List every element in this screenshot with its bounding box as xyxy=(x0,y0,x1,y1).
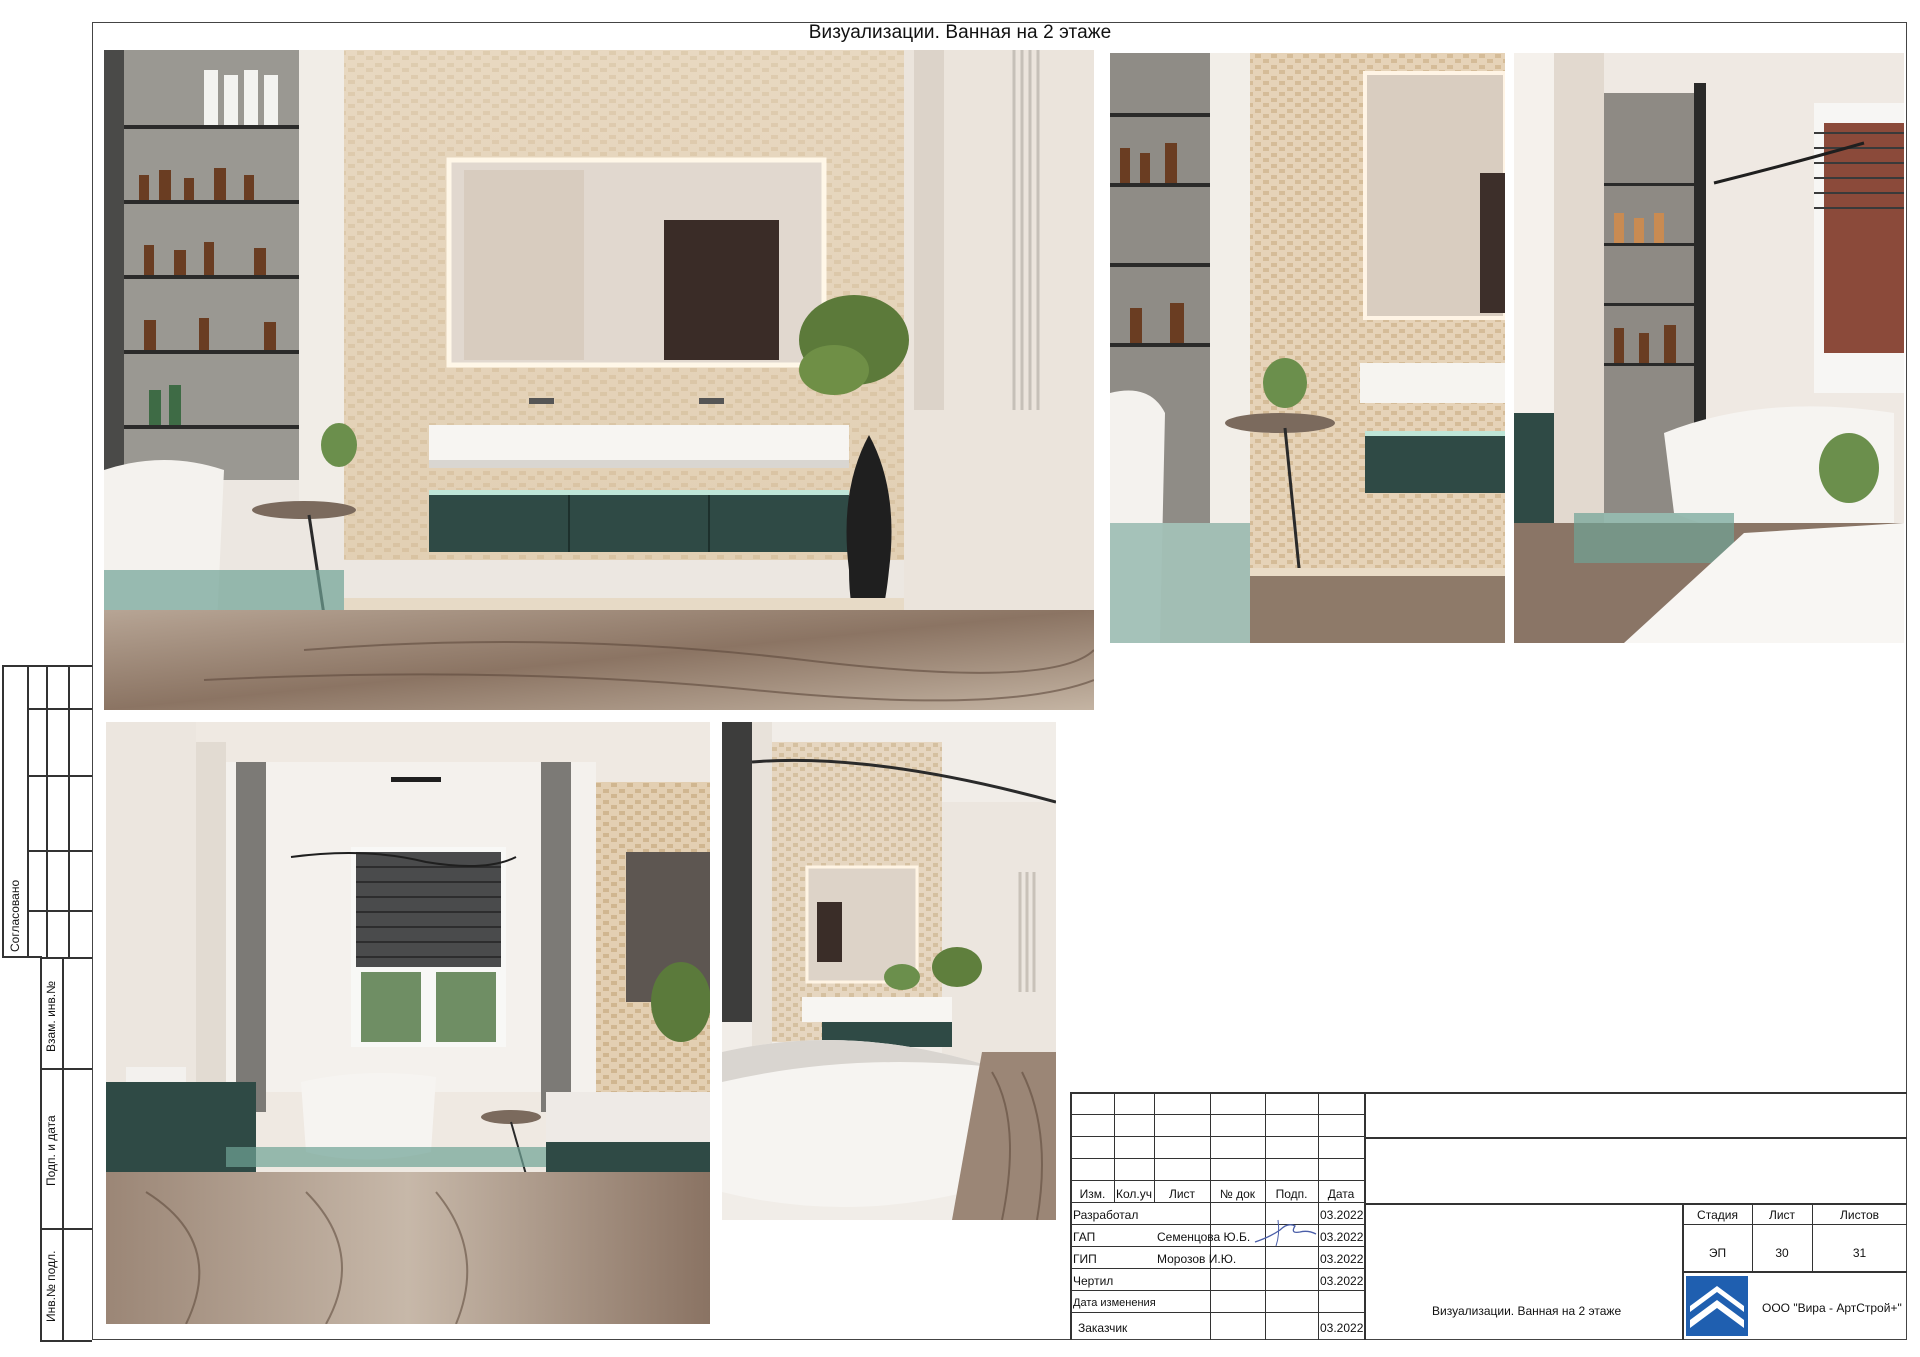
side-stamp-inv-podl: Инв.№ подл. xyxy=(44,1250,58,1322)
render-window-axis-view xyxy=(106,722,710,1324)
tb-stage-label: Стадия xyxy=(1697,1208,1738,1222)
tb-row-date: 03.2022 xyxy=(1320,1252,1364,1266)
tb-header-list: Лист xyxy=(1168,1187,1196,1201)
tb-sheet-value: 30 xyxy=(1775,1246,1789,1260)
tb-company: ООО "Вира - АртСтрой+" xyxy=(1762,1301,1902,1315)
tb-header-kol-uch: Кол.уч xyxy=(1116,1187,1152,1201)
tb-header-n-dok: № док xyxy=(1219,1187,1256,1201)
tb-sheets-label: Листов xyxy=(1840,1208,1879,1222)
tb-sheets-value: 31 xyxy=(1852,1246,1867,1260)
tb-header-podp: Подп. xyxy=(1275,1187,1308,1201)
render-main-view xyxy=(104,50,1094,710)
tb-row-role: Разработал xyxy=(1073,1208,1139,1222)
render-vanity-side-view xyxy=(1110,53,1505,643)
tb-row-name: Семенцова Ю.Б. xyxy=(1157,1230,1251,1244)
tb-row-date: 03.2022 xyxy=(1320,1321,1364,1335)
side-stamp-agreed: Согласовано xyxy=(8,879,22,952)
tb-row-role: Чертил xyxy=(1073,1274,1114,1288)
tb-header-izm: Изм. xyxy=(1079,1187,1106,1201)
tb-drawing-name: Визуализации. Ванная на 2 этаже xyxy=(1432,1304,1622,1318)
tb-row-role: ГАП xyxy=(1073,1230,1096,1244)
company-logo-icon xyxy=(1686,1276,1748,1336)
sheet-title: Визуализации. Ванная на 2 этаже xyxy=(808,22,1112,43)
tb-row-role: Заказчик xyxy=(1078,1321,1128,1335)
tb-stage-value: ЭП xyxy=(1708,1246,1727,1260)
tb-row-date: 03.2022 xyxy=(1320,1274,1364,1288)
tb-row-date: 03.2022 xyxy=(1320,1208,1364,1222)
tb-row-name: Морозов И.Ю. xyxy=(1157,1252,1237,1266)
tb-row-date: 03.2022 xyxy=(1320,1230,1364,1244)
side-stamp-sign-date: Подп. и дата xyxy=(44,1115,58,1186)
render-bathtub-corner-view xyxy=(722,722,1056,1220)
tb-sheet-label: Лист xyxy=(1768,1208,1796,1222)
tb-row-role: Дата изменения xyxy=(1073,1297,1156,1309)
signature-icon xyxy=(1254,1219,1317,1247)
tb-header-date: Дата xyxy=(1327,1187,1355,1201)
render-bathtub-window-view xyxy=(1514,53,1904,643)
tb-row-role: ГИП xyxy=(1073,1252,1097,1266)
side-stamp-vzam-inv: Взам. инв.№ xyxy=(44,980,58,1052)
